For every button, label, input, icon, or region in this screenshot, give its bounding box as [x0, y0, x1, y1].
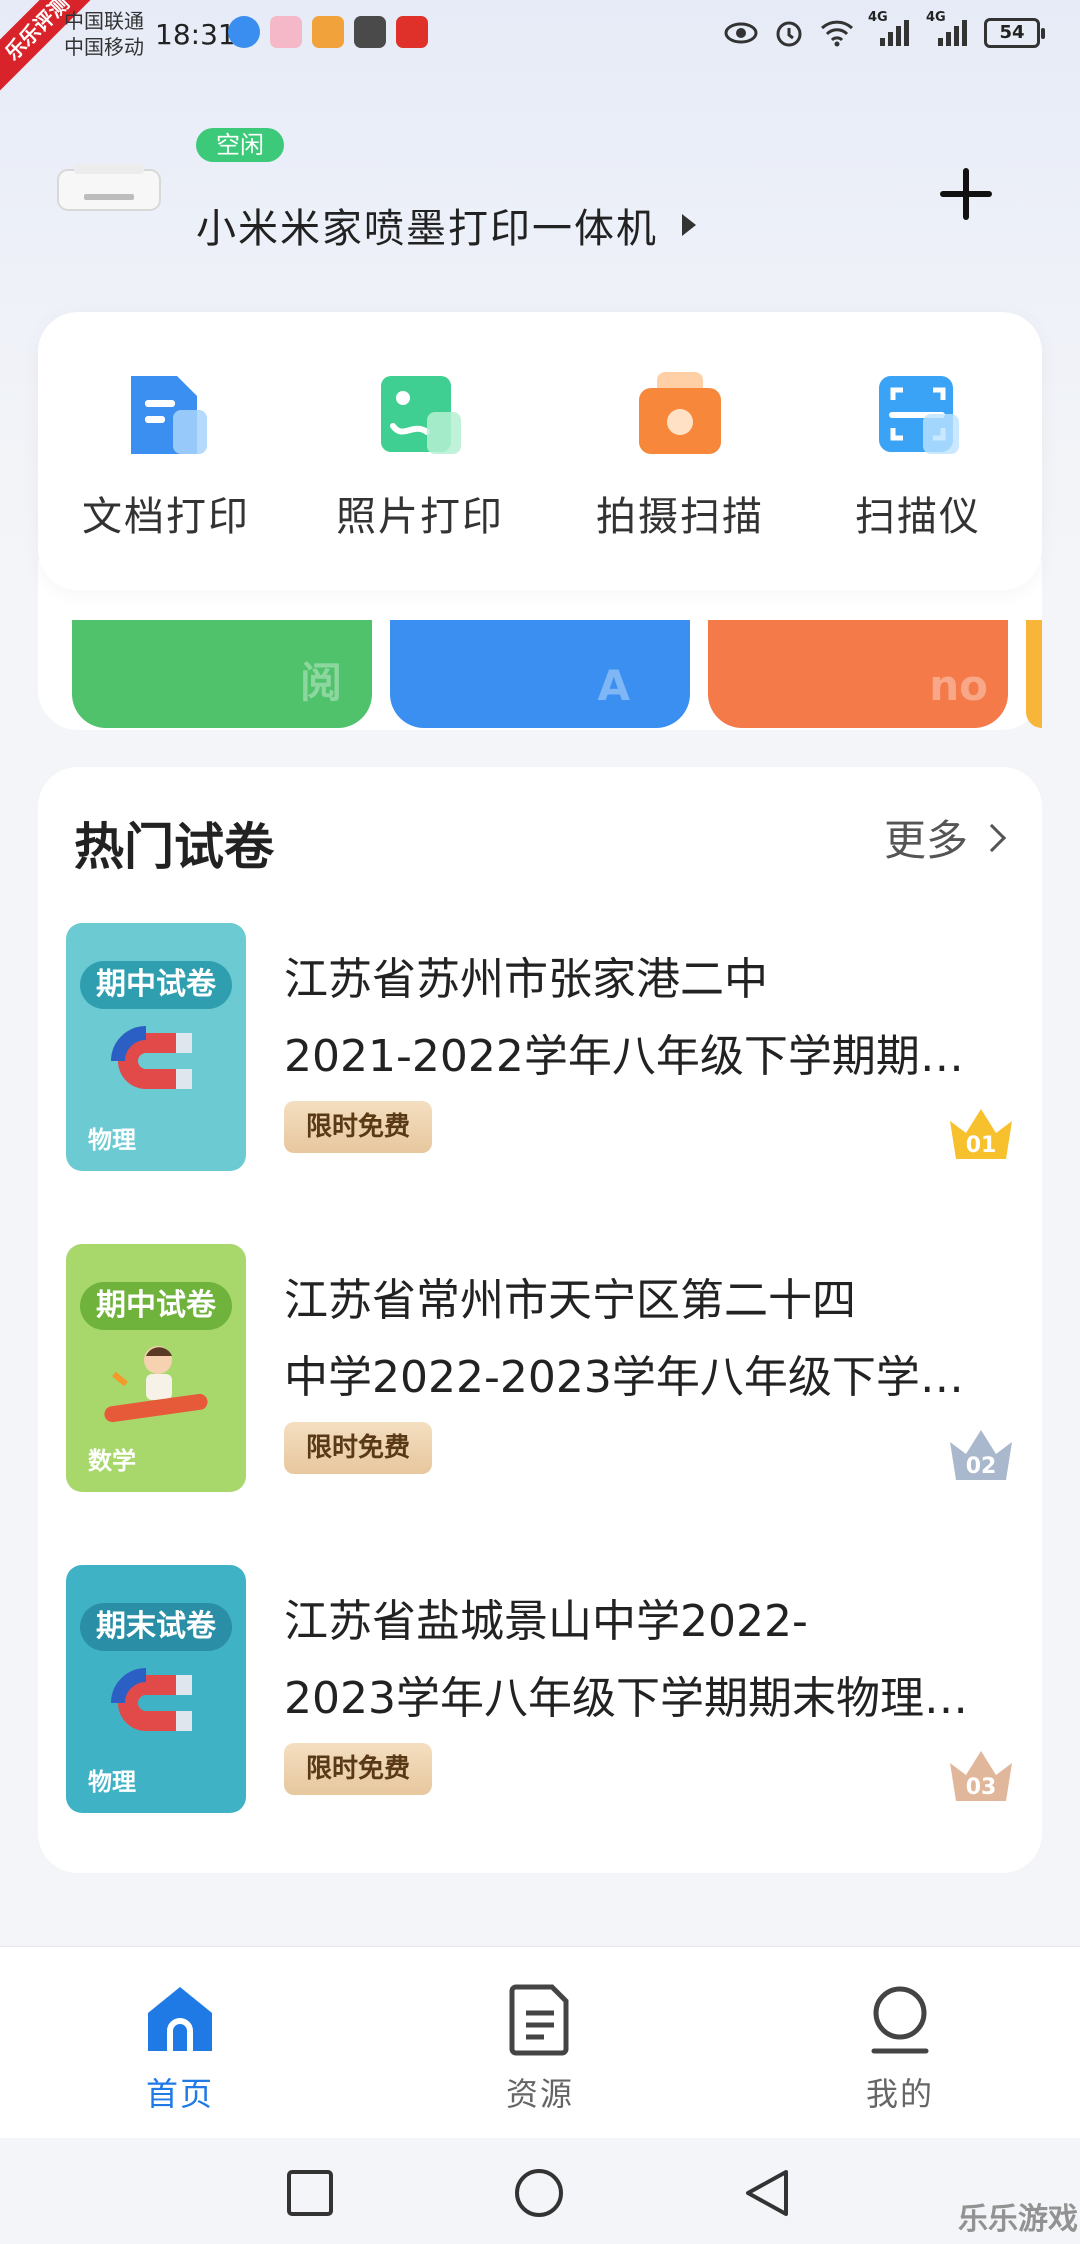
carrier-1: 中国联通 [64, 9, 144, 33]
paper-title-line-2: 2023学年八年级下学期期末物理试卷 [284, 1673, 984, 1724]
nav-home[interactable]: 首页 [80, 1981, 280, 2115]
camera-scan-icon [635, 370, 725, 460]
function-label: 文档打印 [82, 494, 250, 540]
status-bar: 乐乐评测 中国联通 中国移动 18:31 4G 4G 54 [0, 0, 1080, 94]
mail-notification-icon [354, 16, 386, 48]
function-card: 文档打印 照片打印 拍摄扫描 扫描仪 [38, 312, 1042, 590]
red-packet-notification-icon [396, 16, 428, 48]
function-label: 扫描仪 [855, 494, 981, 540]
nav-label: 首页 [145, 2075, 214, 2113]
paper-type-tag: 期末试卷 [80, 1603, 232, 1651]
nav-label: 我的 [865, 2075, 934, 2113]
paper-title: 江苏省苏州市张家港二中 2021-2022学年八年级下学期期中物理试卷 [284, 941, 984, 1095]
rank-crown-gold-icon: 01 [946, 1103, 1016, 1161]
rank-label: 03 [966, 1775, 997, 1800]
paper-title: 江苏省盐城景山中学2022- 2023学年八年级下学期期末物理试卷 [284, 1583, 984, 1737]
nav-resources[interactable]: 资源 [440, 1981, 640, 2115]
photo-print-icon [375, 370, 465, 460]
eye-icon [724, 16, 758, 50]
resources-icon [502, 1981, 578, 2057]
network-1-label: 4G [868, 10, 888, 25]
paper-subject: 数学 [88, 1447, 136, 1475]
signal-2-icon: 4G [926, 10, 970, 50]
document-print-icon [121, 370, 211, 460]
rank-crown-bronze-icon: 03 [946, 1745, 1016, 1803]
section-title: 热门试卷 [74, 818, 274, 876]
scanner-icon [873, 370, 963, 460]
network-2-label: 4G [926, 10, 946, 25]
hot-papers-card: 热门试卷 更多 期中试卷 物理 江苏省苏州市张家港二中 2021-2022学年八… [38, 767, 1042, 1873]
device-name-label: 小米米家喷墨打印一体机 [196, 206, 658, 252]
paper-list-item[interactable]: 期中试卷 物理 江苏省苏州市张家港二中 2021-2022学年八年级下学期期中物… [66, 923, 1016, 1171]
game-notification-icon [312, 16, 344, 48]
paper-title-line-2: 2021-2022学年八年级下学期期中物理试卷 [284, 1031, 984, 1082]
caret-right-icon [682, 214, 696, 236]
banner-tile-blue[interactable]: A [390, 620, 690, 728]
free-badge: 限时免费 [284, 1422, 432, 1474]
system-navigation-bar: 乐乐游戏 [0, 2138, 1080, 2244]
device-status-badge: 空闲 [196, 128, 284, 162]
bottom-navigation: 首页 资源 我的 [0, 1946, 1080, 2138]
home-button[interactable] [514, 2168, 564, 2218]
function-photo-print[interactable]: 照片打印 [310, 370, 530, 542]
free-badge: 限时免费 [284, 1743, 432, 1795]
paper-title-line-1: 江苏省盐城景山中学2022- [284, 1596, 808, 1647]
more-button[interactable]: 更多 [883, 807, 1007, 868]
recent-apps-button[interactable] [285, 2168, 335, 2218]
system-indicators: 4G 4G 54 [724, 10, 1045, 50]
back-button[interactable] [742, 2168, 792, 2218]
carrier-2: 中国移动 [64, 35, 144, 59]
home-icon [142, 1981, 218, 2057]
battery-icon: 54 [984, 18, 1045, 48]
function-camera-scan[interactable]: 拍摄扫描 [570, 370, 790, 542]
watermark: 乐乐游戏 [958, 2202, 1078, 2237]
banner-tile-yellow[interactable] [1026, 620, 1042, 728]
carrier-info: 中国联通 中国移动 [64, 8, 144, 60]
chevron-right-icon [977, 823, 1007, 852]
notification-icons [228, 16, 428, 48]
signal-1-icon: 4G [868, 10, 912, 50]
paper-title-line-2: 中学2022-2023学年八年级下学期期中数学试卷 [284, 1352, 984, 1403]
paper-type-tag: 期中试卷 [80, 961, 232, 1009]
function-scanner[interactable]: 扫描仪 [808, 370, 1028, 542]
paper-thumbnail: 期中试卷 物理 [66, 923, 246, 1171]
wifi-icon [820, 16, 854, 50]
paper-subject: 物理 [88, 1768, 136, 1796]
app-notification-icon [270, 16, 302, 48]
nav-label: 资源 [505, 2075, 574, 2113]
printer-image [54, 160, 164, 216]
function-label: 拍摄扫描 [596, 494, 764, 540]
paper-title-line-1: 江苏省常州市天宁区第二十四 [284, 1275, 856, 1326]
paper-thumbnail: 期末试卷 物理 [66, 1565, 246, 1813]
banner-tile-green[interactable]: 阅 [72, 620, 372, 728]
function-document-print[interactable]: 文档打印 [56, 370, 276, 542]
magnet-icon [111, 1026, 192, 1089]
browser-notification-icon [228, 16, 260, 48]
nav-profile[interactable]: 我的 [800, 1981, 1000, 2115]
add-device-button[interactable] [936, 164, 996, 224]
more-label: 更多 [883, 816, 968, 865]
profile-icon [862, 1981, 938, 2057]
rank-crown-silver-icon: 02 [946, 1424, 1016, 1482]
magnet-icon [111, 1668, 192, 1731]
paper-title-line-1: 江苏省苏州市张家港二中 [284, 954, 768, 1005]
device-selector[interactable]: 小米米家喷墨打印一体机 [196, 196, 696, 254]
free-badge: 限时免费 [284, 1101, 432, 1153]
function-label: 照片打印 [336, 494, 504, 540]
alarm-icon [772, 16, 806, 50]
paper-list-item[interactable]: 期末试卷 物理 江苏省盐城景山中学2022- 2023学年八年级下学期期末物理试… [66, 1565, 1016, 1813]
paper-thumbnail: 期中试卷 数学 [66, 1244, 246, 1492]
paper-list-item[interactable]: 期中试卷 数学 江苏省常州市天宁区第二十四 中学2022-2023学年八年级下学… [66, 1244, 1016, 1492]
student-pencil-icon [104, 1346, 208, 1423]
rank-label: 02 [966, 1454, 997, 1479]
paper-subject: 物理 [88, 1126, 136, 1154]
clock: 18:31 [155, 18, 236, 51]
rank-label: 01 [966, 1133, 997, 1158]
paper-type-tag: 期中试卷 [80, 1282, 232, 1330]
paper-title: 江苏省常州市天宁区第二十四 中学2022-2023学年八年级下学期期中数学试卷 [284, 1262, 984, 1416]
banner-tile-orange[interactable]: no [708, 620, 1008, 728]
